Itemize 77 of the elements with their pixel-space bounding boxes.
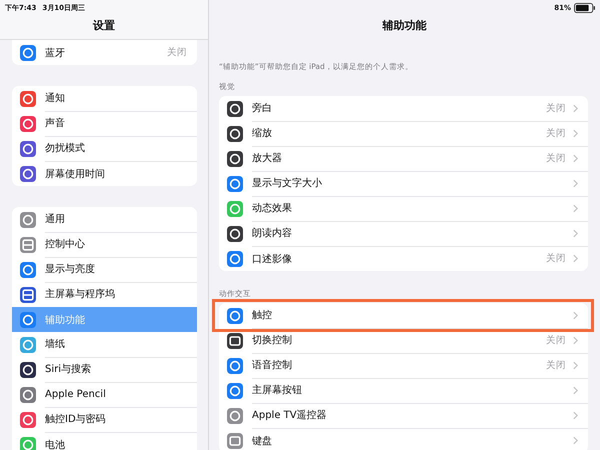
item-label: 主屏幕按钮: [252, 384, 303, 397]
chevron-icon: [573, 154, 578, 162]
item-value: 关闭: [546, 334, 566, 346]
item-label: 旁白: [252, 102, 273, 115]
settings-row[interactable]: 触控: [219, 303, 588, 328]
item-label: 通用: [45, 212, 66, 226]
sidebar-item[interactable]: 蓝牙 关闭: [12, 40, 197, 65]
item-value: 关闭: [546, 358, 566, 372]
item-label: Apple Pencil: [45, 388, 107, 400]
sidebar-item[interactable]: 通知: [12, 86, 197, 111]
item-label: 动态效果: [252, 202, 293, 215]
settings-row[interactable]: 键盘: [219, 428, 588, 450]
sidebar-item[interactable]: 控制中心: [12, 232, 197, 257]
chevron-icon: [573, 386, 578, 394]
item-label: 显示与亮度: [45, 262, 96, 276]
settings-row[interactable]: 缩放 关闭: [219, 121, 588, 146]
sidebar-item[interactable]: 触控ID与密码: [12, 407, 197, 432]
item-label: 缩放: [252, 126, 273, 140]
chevron-icon: [573, 310, 578, 320]
item-label: 辅助功能: [45, 314, 86, 326]
item-label: 主屏幕与程序坞: [45, 288, 116, 301]
sidebar-item[interactable]: 电池: [12, 432, 197, 450]
item-label: 切换控制: [252, 334, 293, 347]
item-label: 电池: [45, 438, 66, 450]
battery-icon: [574, 3, 596, 13]
settings-row[interactable]: 口述影像 关闭: [219, 246, 588, 271]
sidebar-title: 设置: [92, 18, 116, 33]
chevron-icon: [573, 128, 578, 138]
item-value: 关闭: [546, 152, 566, 164]
item-label: 显示与文字大小: [252, 176, 323, 190]
chevron-icon: [573, 436, 578, 445]
item-label: 勿扰模式: [45, 142, 86, 155]
item-value: 关闭: [546, 102, 566, 114]
item-label: 语音控制: [252, 358, 293, 372]
item-label: 触控ID与密码: [45, 412, 107, 426]
sidebar-item[interactable]: 显示与亮度: [12, 257, 197, 282]
item-label: 放大器: [252, 152, 283, 165]
settings-row[interactable]: 主屏幕按钮: [219, 378, 588, 403]
item-label: Siri与搜索: [45, 362, 92, 376]
sidebar-item[interactable]: 声音: [12, 111, 197, 136]
settings-row[interactable]: 朗读内容: [219, 221, 588, 246]
item-value: 关闭: [546, 252, 566, 265]
chevron-icon: [573, 204, 578, 212]
sidebar-item[interactable]: 勿扰模式: [12, 136, 197, 161]
item-label: 键盘: [252, 434, 273, 448]
sidebar-item[interactable]: 墙纸: [12, 332, 197, 357]
settings-row[interactable]: 切换控制 关闭: [219, 328, 588, 353]
item-label: Apple TV遥控器: [252, 408, 328, 422]
item-value: 关闭: [167, 46, 187, 59]
chevron-icon: [573, 178, 578, 188]
chevron-icon: [573, 410, 578, 420]
sidebar-item[interactable]: Siri与搜索: [12, 357, 197, 382]
item-label: 墙纸: [45, 338, 66, 351]
item-label: 声音: [45, 116, 66, 130]
item-label: 触控: [252, 309, 273, 322]
chevron-icon: [573, 228, 578, 238]
item-value: 关闭: [546, 126, 566, 140]
chevron-icon: [573, 336, 578, 344]
chevron-icon: [573, 360, 578, 370]
item-label: 口述影像: [252, 252, 293, 266]
chevron-icon: [573, 254, 578, 263]
page-title: 辅助功能: [381, 18, 428, 33]
sidebar-item[interactable]: Apple Pencil: [12, 382, 197, 407]
item-label: 朗读内容: [252, 226, 293, 240]
settings-row[interactable]: 语音控制 关闭: [219, 353, 588, 378]
chevron-icon: [573, 104, 578, 112]
item-label: 通知: [45, 92, 66, 105]
item-label: 蓝牙: [45, 46, 66, 60]
settings-row[interactable]: 放大器 关闭: [219, 146, 588, 171]
item-label: 屏幕使用时间: [45, 168, 106, 180]
settings-row[interactable]: 动态效果: [219, 196, 588, 221]
sidebar-item[interactable]: 屏幕使用时间: [12, 161, 197, 186]
settings-row[interactable]: 显示与文字大小: [219, 171, 588, 196]
sidebar-item[interactable]: 通用: [12, 207, 197, 232]
settings-row[interactable]: 旁白 关闭: [219, 96, 588, 121]
settings-row[interactable]: Apple TV遥控器: [219, 403, 588, 428]
item-label: 控制中心: [45, 238, 86, 251]
